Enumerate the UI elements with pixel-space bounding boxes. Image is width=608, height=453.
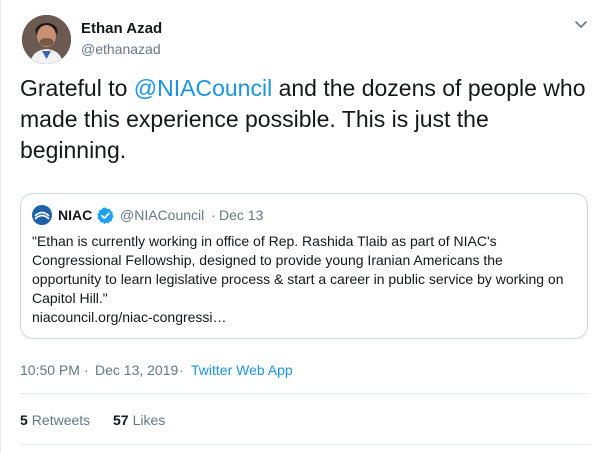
divider <box>20 393 590 394</box>
quoted-date[interactable]: Dec 13 <box>219 207 263 223</box>
chevron-down-icon[interactable] <box>572 18 590 32</box>
quoted-tweet[interactable]: NIAC @NIACouncil · Dec 13 "Ethan is curr… <box>20 193 588 339</box>
retweets-count: 5 <box>20 412 28 428</box>
author-handle[interactable]: @ethanazad <box>81 41 161 57</box>
tweet-text: Grateful to @NIACouncil and the dozens o… <box>20 73 590 166</box>
tweet-time[interactable]: 10:50 PM <box>20 362 80 378</box>
quoted-link[interactable]: niacouncil.org/niac-congressi… <box>32 309 227 325</box>
likes-count: 57 <box>113 412 129 428</box>
retweets-stat[interactable]: 5 Retweets <box>20 412 90 428</box>
tweet-source-link[interactable]: Twitter Web App <box>191 362 293 378</box>
quoted-separator: · <box>211 207 216 223</box>
meta-separator: · <box>84 362 89 378</box>
verified-badge-icon <box>97 207 114 224</box>
mention-link[interactable]: @NIACouncil <box>134 75 272 101</box>
divider-bottom <box>20 444 590 445</box>
author-name[interactable]: Ethan Azad <box>81 20 162 37</box>
avatar-image <box>22 15 71 64</box>
quoted-author-name: NIAC <box>58 207 93 223</box>
meta-separator-2: · <box>179 362 184 378</box>
tweet-text-before: Grateful to <box>20 75 134 101</box>
niac-logo-icon <box>32 205 52 225</box>
tweet-card: Ethan Azad @ethanazad Grateful to @NIACo… <box>0 0 608 453</box>
avatar[interactable] <box>22 15 71 64</box>
retweets-label: Retweets <box>31 412 91 428</box>
quoted-text: "Ethan is currently working in office of… <box>32 233 564 306</box>
tweet-date[interactable]: Dec 13, 2019 <box>95 362 178 378</box>
likes-label: Likes <box>132 412 166 428</box>
likes-stat[interactable]: 57 Likes <box>113 412 165 428</box>
quoted-author-handle: @NIACouncil <box>120 207 205 223</box>
